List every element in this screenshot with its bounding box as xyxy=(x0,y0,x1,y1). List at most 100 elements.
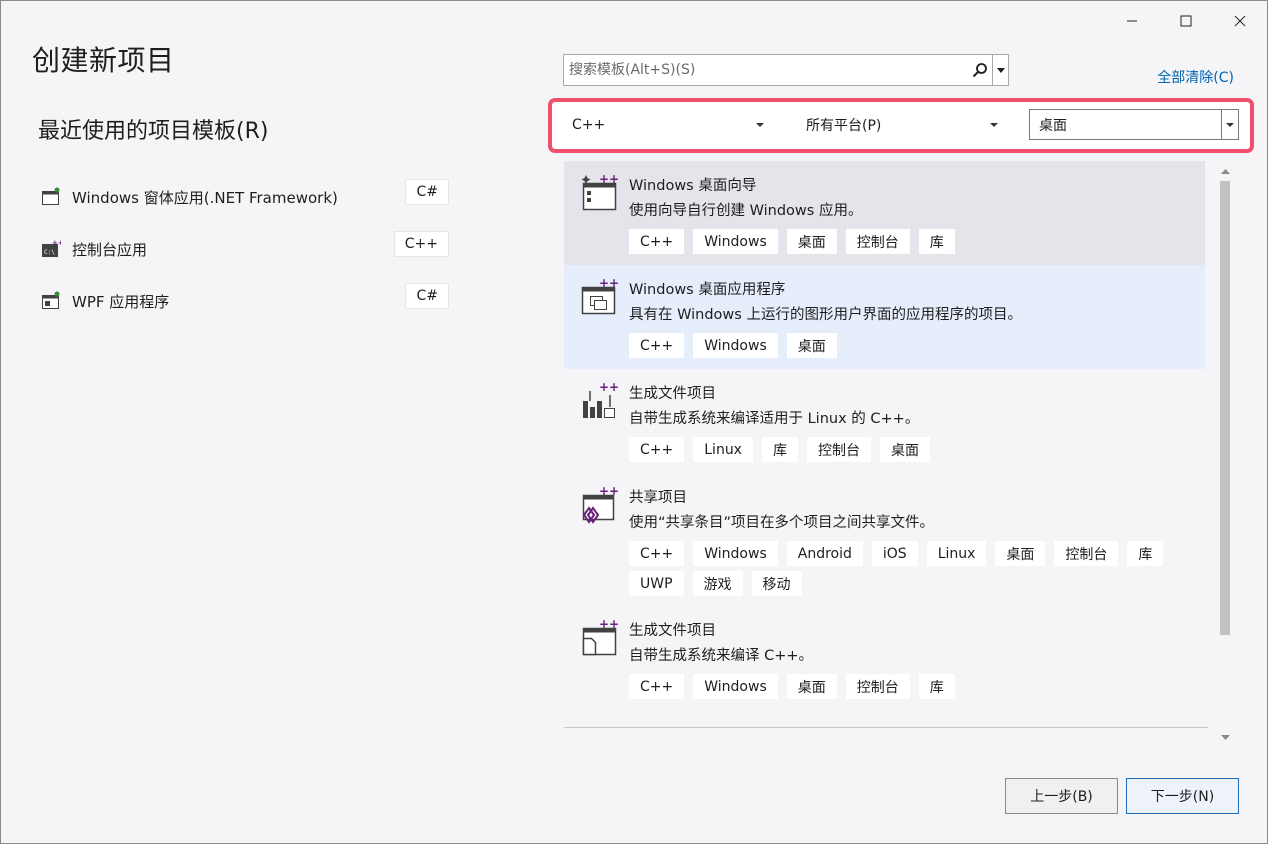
svg-text:++: ++ xyxy=(599,381,618,394)
template-description: 使用向导自行创建 Windows 应用。 xyxy=(629,203,863,219)
list-divider xyxy=(564,727,1208,728)
platform-filter[interactable]: 所有平台(P) xyxy=(798,109,1008,140)
search-templates xyxy=(563,54,1009,86)
language-tag: C# xyxy=(405,283,449,309)
maximize-button[interactable] xyxy=(1159,1,1213,41)
language-tag: C++ xyxy=(393,231,449,257)
template-tags: C++ Linux 库 控制台 桌面 xyxy=(629,437,1199,462)
svg-text:++: ++ xyxy=(599,485,618,498)
back-button[interactable]: 上一步(B) xyxy=(1005,778,1118,814)
makefile-linux-icon: ++ xyxy=(580,380,619,421)
clear-all-link[interactable]: 全部清除(C) xyxy=(1157,67,1234,87)
next-button[interactable]: 下一步(N) xyxy=(1126,778,1239,814)
template-item-desktop-app[interactable]: ++ Windows 桌面应用程序 具有在 Windows 上运行的图形用户界面… xyxy=(564,265,1205,369)
svg-text:++: ++ xyxy=(599,618,618,631)
recent-item-label: WPF 应用程序 xyxy=(72,292,170,311)
template-list-scrollbar[interactable] xyxy=(1215,159,1236,747)
project-type-dropdown-button[interactable] xyxy=(1221,110,1238,139)
recent-item-label: 控制台应用 xyxy=(72,240,148,259)
template-description: 具有在 Windows 上运行的图形用户界面的应用程序的项目。 xyxy=(629,307,1022,323)
template-tag: C++ xyxy=(629,229,685,254)
language-filter[interactable]: C++ xyxy=(564,109,774,140)
shared-project-icon: ++ xyxy=(580,484,619,525)
template-name: Windows 桌面向导 xyxy=(629,178,757,194)
template-name: 共享项目 xyxy=(629,490,687,506)
svg-text:++: ++ xyxy=(599,277,618,290)
svg-text:++: ++ xyxy=(52,239,61,247)
search-options-dropdown[interactable] xyxy=(992,55,1008,85)
desktop-wizard-icon: ++ xyxy=(580,172,619,213)
template-tag: C++ xyxy=(629,541,685,566)
svg-text:++: ++ xyxy=(599,173,618,186)
template-tag: 桌面 xyxy=(786,333,837,358)
recent-item-console[interactable]: C:\ ++ 控制台应用 C++ xyxy=(41,223,453,275)
template-tag: 库 xyxy=(761,437,798,462)
template-tag: 控制台 xyxy=(1054,541,1119,566)
template-item-shared-project[interactable]: ++ 共享项目 使用“共享条目”项目在多个项目之间共享文件。 C++ Windo… xyxy=(564,473,1205,607)
template-tags: C++ Windows Android iOS Linux 桌面 控制台 库 U… xyxy=(629,541,1199,596)
template-tag: 控制台 xyxy=(845,674,910,699)
search-icon[interactable] xyxy=(968,55,992,85)
template-description: 使用“共享条目”项目在多个项目之间共享文件。 xyxy=(629,515,935,531)
template-tag: UWP xyxy=(629,571,684,596)
template-tag: 游戏 xyxy=(692,571,743,596)
template-tag: 桌面 xyxy=(995,541,1046,566)
chevron-down-icon xyxy=(990,122,998,127)
template-tag: 库 xyxy=(1127,541,1164,566)
template-tag: Windows xyxy=(693,333,778,358)
template-tag: 移动 xyxy=(751,571,802,596)
language-filter-value: C++ xyxy=(572,116,606,133)
project-type-filter[interactable]: 桌面 xyxy=(1029,109,1239,140)
page-title: 创建新项目 xyxy=(32,44,175,77)
create-project-dialog: 创建新项目 最近使用的项目模板(R) Windows 窗体应用(.NET Fra… xyxy=(0,0,1268,844)
template-tags: C++ Windows 桌面 xyxy=(629,333,1199,358)
template-tag: C++ xyxy=(629,333,685,358)
recent-templates-list: Windows 窗体应用(.NET Framework) C# C:\ ++ 控制… xyxy=(41,171,453,327)
template-tag: Linux xyxy=(926,541,987,566)
scroll-up-button[interactable] xyxy=(1215,161,1236,181)
template-tag: iOS xyxy=(871,541,918,566)
close-icon xyxy=(1234,15,1246,27)
chevron-down-icon xyxy=(756,122,764,127)
template-tag: 桌面 xyxy=(786,674,837,699)
template-name: 生成文件项目 xyxy=(629,386,716,402)
wpf-app-icon xyxy=(41,291,61,311)
chevron-down-icon xyxy=(1226,122,1234,127)
chevron-down-icon xyxy=(1221,734,1230,740)
template-tag: Windows xyxy=(693,229,778,254)
template-tags: C++ Windows 桌面 控制台 库 xyxy=(629,229,1199,254)
template-item-desktop-wizard[interactable]: ++ Windows 桌面向导 使用向导自行创建 Windows 应用。 C++… xyxy=(564,161,1205,265)
template-item-makefile-linux[interactable]: ++ 生成文件项目 自带生成系统来编译适用于 Linux 的 C++。 C++ … xyxy=(564,369,1205,473)
template-tag: Windows xyxy=(693,541,778,566)
search-input[interactable] xyxy=(564,55,968,85)
close-button[interactable] xyxy=(1213,1,1267,41)
template-tag: Linux xyxy=(693,437,753,462)
template-description: 自带生成系统来编译 C++。 xyxy=(629,648,814,664)
template-tag: C++ xyxy=(629,437,685,462)
desktop-app-icon: ++ xyxy=(580,276,619,317)
template-tag: 库 xyxy=(918,674,955,699)
template-tags: C++ Windows 桌面 控制台 库 xyxy=(629,674,1199,699)
project-type-filter-value: 桌面 xyxy=(1039,117,1067,134)
scroll-down-button[interactable] xyxy=(1215,727,1236,747)
template-item-makefile-project[interactable]: ++ 生成文件项目 自带生成系统来编译 C++。 C++ Windows 桌面 … xyxy=(564,606,1205,710)
template-tag: 控制台 xyxy=(806,437,871,462)
template-tag: 桌面 xyxy=(786,229,837,254)
template-tag: C++ xyxy=(629,674,685,699)
minimize-button[interactable] xyxy=(1105,1,1159,41)
template-tag: 桌面 xyxy=(879,437,930,462)
window-controls xyxy=(1105,1,1267,41)
recent-item-wpf[interactable]: WPF 应用程序 C# xyxy=(41,275,453,327)
template-tag: 库 xyxy=(918,229,955,254)
template-tag: Windows xyxy=(693,674,778,699)
recent-item-label: Windows 窗体应用(.NET Framework) xyxy=(72,188,338,207)
recent-item-winforms[interactable]: Windows 窗体应用(.NET Framework) C# xyxy=(41,171,453,223)
template-name: Windows 桌面应用程序 xyxy=(629,282,786,298)
console-app-icon: C:\ ++ xyxy=(41,239,64,259)
scrollbar-thumb[interactable] xyxy=(1220,181,1230,635)
template-name: 生成文件项目 xyxy=(629,623,716,639)
chevron-down-icon xyxy=(996,67,1005,73)
makefile-project-icon: ++ xyxy=(580,617,619,658)
maximize-icon xyxy=(1180,15,1192,27)
svg-text:C:\: C:\ xyxy=(44,249,55,256)
